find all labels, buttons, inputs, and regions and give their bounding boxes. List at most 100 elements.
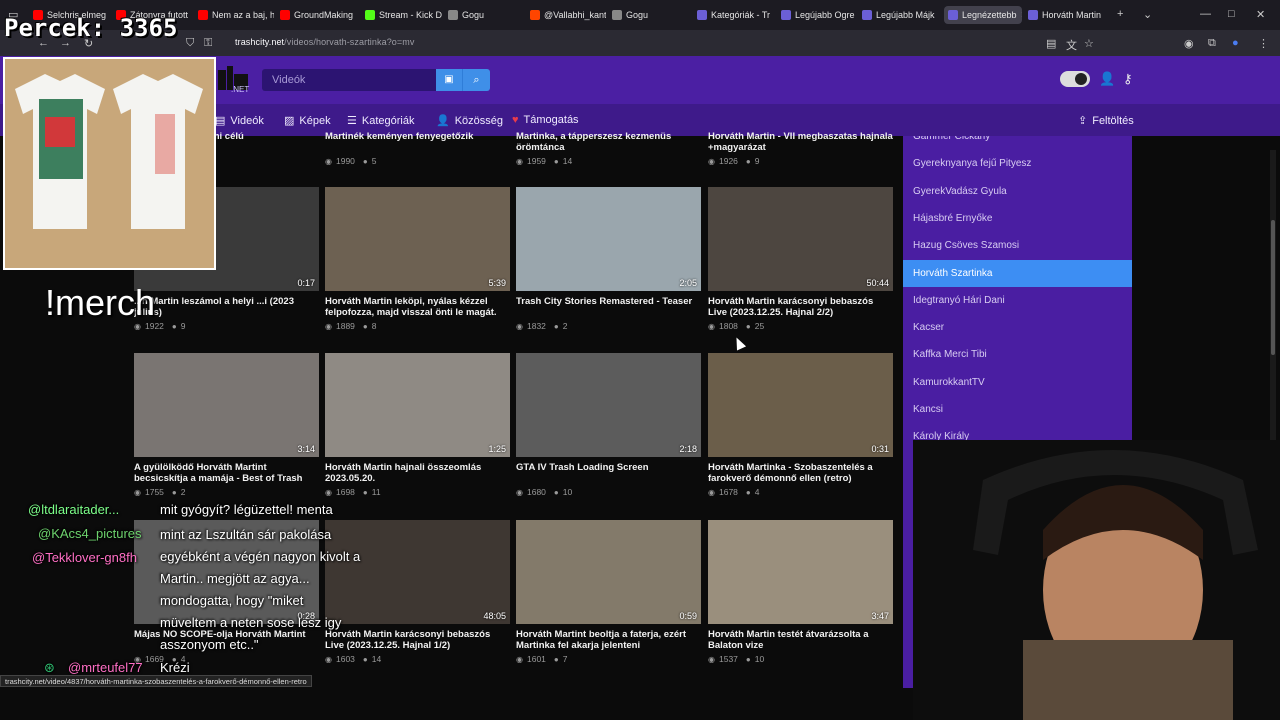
video-card[interactable]: 5:39 Horváth Martin leköpi, nyálas kézzel… <box>325 187 510 331</box>
video-thumbnail[interactable]: 50:44 <box>708 187 893 291</box>
sidebar-item[interactable]: Kacser <box>903 314 1132 341</box>
search-input[interactable]: Videók <box>262 69 436 91</box>
reader-icon[interactable]: ▤ <box>1046 37 1056 50</box>
chat-username: @ltdlaraitader... <box>28 502 120 517</box>
shield-icon[interactable]: ⛉ <box>186 37 194 50</box>
video-card[interactable]: Martinék keményen fenyegetőzik ◉ 1990 ● 5 <box>325 131 510 166</box>
close-window-icon[interactable]: ✕ <box>1256 8 1265 21</box>
video-card[interactable]: 2:05 Trash City Stories Remastered - Teas… <box>516 187 701 331</box>
video-title[interactable]: A gyülölködő Horváth Martint becsicskítj… <box>134 462 319 484</box>
sidebar-item[interactable]: Horváth Szartinka <box>903 259 1132 287</box>
address-field[interactable]: trashcity.net/videos/horvath-szartinka?o… <box>235 37 414 47</box>
video-filter-button[interactable]: ▣ <box>436 69 462 91</box>
browser-tab[interactable]: Gogu <box>612 6 688 24</box>
nav-videos[interactable]: ▤ Videók <box>215 114 264 128</box>
merch-command: !merch <box>45 282 156 323</box>
video-title[interactable]: GTA IV Trash Loading Screen <box>516 462 701 484</box>
video-title[interactable]: Horváth Martin testét átvarázsolta a Bal… <box>708 629 893 651</box>
video-title[interactable]: Horváth Martin hajnali összeomlás 2023.0… <box>325 462 510 484</box>
nav-community[interactable]: 👤 Közösség <box>436 114 503 128</box>
video-card[interactable]: 3:47 Horváth Martin testét átvarázsolta a… <box>708 520 893 664</box>
minimize-icon[interactable]: — <box>1200 8 1211 20</box>
sidebar-item[interactable]: Hazug Csöves Szamosi <box>903 232 1132 259</box>
nav-images[interactable]: ▨ Képek <box>284 114 331 128</box>
account-icon[interactable]: ◉ <box>1184 37 1194 50</box>
sidebar-item[interactable]: Hájasbré Ernyőke <box>903 205 1132 232</box>
video-thumbnail[interactable]: 3:14 <box>134 353 319 457</box>
sidebar-item[interactable]: Kancsi <box>903 396 1132 423</box>
profile-icon[interactable]: ● <box>1232 37 1239 49</box>
search-icon: ⌕ <box>473 74 480 86</box>
video-thumbnail[interactable]: 2:18 <box>516 353 701 457</box>
browser-tab[interactable]: Gogu <box>448 6 524 24</box>
video-thumbnail[interactable]: 5:39 <box>325 187 510 291</box>
tab-label: Nem az a baj, h <box>212 10 274 20</box>
video-thumbnail[interactable]: 0:59 <box>516 520 701 624</box>
browser-tab[interactable]: Stream - Kick D <box>365 6 443 24</box>
lock-icon[interactable]: ⚿ <box>204 37 212 50</box>
browser-tab[interactable]: Horváth Martin <box>1028 6 1108 24</box>
tab-favicon-icon <box>1028 10 1038 20</box>
chat-username: @Tekklover-gn8fh <box>32 550 137 565</box>
sidebar-item[interactable]: Idegtranyó Hári Dani <box>903 287 1132 314</box>
video-title[interactable]: Horváth Martint beoltja a faterja, ezért… <box>516 629 701 651</box>
add-user-icon[interactable]: 👤 <box>1099 71 1115 87</box>
video-card[interactable]: 2:18 GTA IV Trash Loading Screen ◉ 1680 ● 10 <box>516 353 701 497</box>
comment-count: 9 <box>180 321 186 331</box>
theme-toggle[interactable] <box>1060 71 1090 87</box>
video-card[interactable]: 0:31 Horváth Martinka - Szobaszentelés a … <box>708 353 893 497</box>
extensions-icon[interactable]: ⧉ <box>1208 37 1216 50</box>
tab-favicon-icon <box>862 10 872 20</box>
scrollbar-thumb[interactable] <box>1271 220 1275 355</box>
tab-list-chevron-icon[interactable]: ⌄ <box>1143 8 1152 21</box>
video-card[interactable]: 3:14 A gyülölködő Horváth Martint becsics… <box>134 353 319 497</box>
browser-tab[interactable]: GroundMaking <box>280 6 360 24</box>
translate-icon[interactable]: 文 <box>1066 37 1077 53</box>
merch-image <box>3 57 216 270</box>
sidebar-item[interactable]: Gammer Clckany <box>903 136 1132 150</box>
upload-button[interactable]: ⇪ Feltöltés <box>1078 114 1134 128</box>
browser-tab[interactable]: @Vallabhi_kant <box>530 6 606 24</box>
key-icon[interactable]: ⚷ <box>1123 71 1133 87</box>
sidebar-item[interactable]: Kaffka Merci Tibi <box>903 341 1132 368</box>
new-tab-button[interactable]: + <box>1117 8 1123 20</box>
video-title[interactable]: Horváth Martin karácsonyi bebaszós Live … <box>708 296 893 318</box>
browser-tab[interactable]: Legújabb Májk <box>862 6 938 24</box>
close-tab-icon[interactable]: ✕ <box>1021 10 1022 21</box>
browser-tab[interactable]: Kategóriák - Tr <box>697 6 775 24</box>
nav-support[interactable]: ♥ Támogatás <box>512 114 579 126</box>
bookmark-star-icon[interactable]: ☆ <box>1084 37 1094 50</box>
video-duration: 5:39 <box>488 278 506 288</box>
image-icon: ▨ <box>284 115 295 127</box>
comment-count: 7 <box>562 654 568 664</box>
video-card[interactable]: 1:25 Horváth Martin hajnali összeomlás 20… <box>325 353 510 497</box>
video-thumbnail[interactable]: 0:31 <box>708 353 893 457</box>
browser-tab[interactable]: Nem az a baj, h <box>198 6 274 24</box>
browser-tab[interactable]: Legnézettebb ✕ <box>944 6 1022 24</box>
video-card[interactable]: 50:44 Horváth Martin karácsonyi bebaszós … <box>708 187 893 331</box>
video-title[interactable]: Horváth Martinka - Szobaszentelés a faro… <box>708 462 893 484</box>
video-thumbnail[interactable]: 3:47 <box>708 520 893 624</box>
video-card[interactable]: 0:59 Horváth Martint beoltja a faterja, e… <box>516 520 701 664</box>
video-title[interactable]: Martinék keményen fenyegetőzik <box>325 131 510 153</box>
video-card[interactable]: Martinka, a tápperszesz kezmenüs örömtán… <box>516 131 701 166</box>
sidebar-item[interactable]: KamurokkantTV <box>903 369 1132 396</box>
nav-categories[interactable]: ☰ Kategóriák <box>347 114 414 128</box>
tab-label: Legújabb Ogre <box>795 10 855 20</box>
video-thumbnail[interactable]: 2:05 <box>516 187 701 291</box>
video-title[interactable]: Horváth Martin - VII megbaszatas hajnala… <box>708 131 893 153</box>
site-logo[interactable]: .NET <box>218 64 256 94</box>
video-thumbnail[interactable]: 1:25 <box>325 353 510 457</box>
video-card[interactable]: Horváth Martin - VII megbaszatas hajnala… <box>708 131 893 166</box>
sidebar-item[interactable]: GyerekVadász Gyula <box>903 178 1132 205</box>
video-title[interactable]: ...h Martin leszámol a helyi ...i (2023 … <box>134 296 319 318</box>
video-meta: ◉ 1601 ● 7 <box>516 654 701 664</box>
video-title[interactable]: Trash City Stories Remastered - Teaser <box>516 296 701 318</box>
browser-tab[interactable]: Legújabb Ogre <box>781 6 857 24</box>
search-button[interactable]: ⌕ <box>462 69 490 91</box>
sidebar-item[interactable]: Gyereknyanya fejű Pityesz <box>903 150 1132 177</box>
menu-icon[interactable]: ⋮ <box>1258 37 1269 50</box>
video-title[interactable]: Horváth Martin leköpi, nyálas kézzel fel… <box>325 296 510 318</box>
maximize-icon[interactable]: □ <box>1228 8 1235 20</box>
video-title[interactable]: Martinka, a tápperszesz kezmenüs örömtán… <box>516 131 701 153</box>
